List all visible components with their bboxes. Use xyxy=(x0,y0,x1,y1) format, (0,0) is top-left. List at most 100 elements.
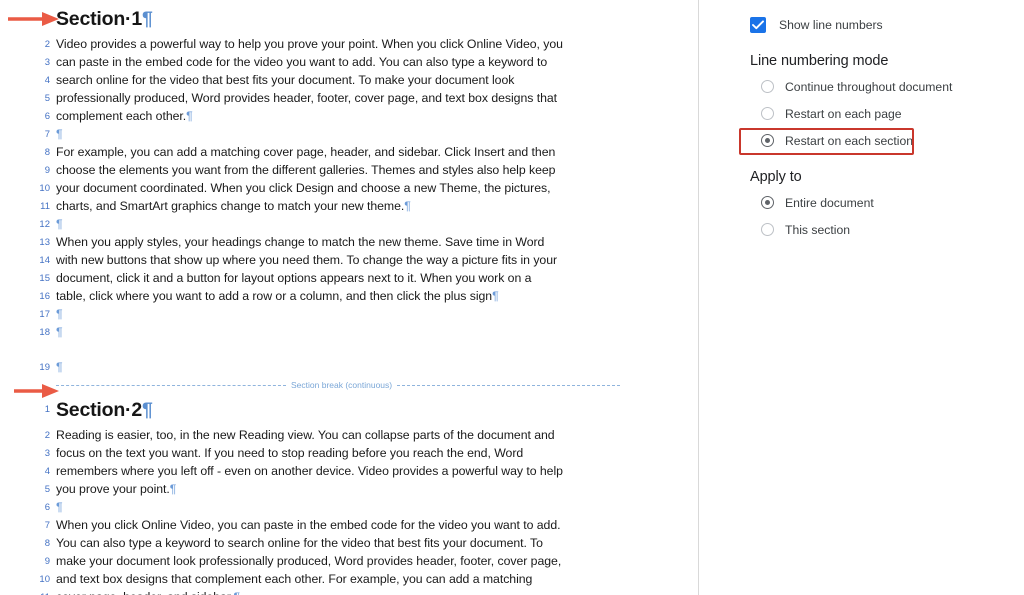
radio-unchecked-icon[interactable] xyxy=(761,107,774,120)
document-line-text: ¶ xyxy=(56,324,63,341)
document-line[interactable]: 1 Section·1¶ xyxy=(0,6,698,36)
document-line[interactable]: 18 ¶ xyxy=(0,324,698,342)
line-number: 3 xyxy=(44,448,50,459)
radio-restart-on-each-page[interactable]: Restart on each page xyxy=(750,100,1020,127)
line-number: 14 xyxy=(39,255,50,266)
checkbox-checked-icon[interactable] xyxy=(750,17,766,33)
line-number: 7 xyxy=(44,520,50,531)
document-section-2: 1 Section·2¶ 2 Reading is easier, too, in t… xyxy=(0,397,698,595)
document-line-text: remembers where you left off - even on a… xyxy=(56,464,563,478)
radio-unchecked-icon[interactable] xyxy=(761,223,774,236)
line-number: 11 xyxy=(0,589,56,595)
document-line-text: ¶ xyxy=(56,359,63,376)
document-line[interactable]: 10 your document coordinated. When you cl… xyxy=(0,180,698,198)
document-line[interactable]: 19 ¶ xyxy=(0,359,698,377)
pilcrow-icon: ¶ xyxy=(56,360,63,374)
pilcrow-icon: ¶ xyxy=(56,325,63,339)
document-line[interactable]: 9 make your document look professionally … xyxy=(0,553,698,571)
document-line[interactable]: 7 When you click Online Video, you can pa… xyxy=(0,517,698,535)
document-line[interactable]: 8 For example, you can add a matching cov… xyxy=(0,144,698,162)
radio-this-section[interactable]: This section xyxy=(750,216,1020,243)
document-line-text: When you apply styles, your headings cha… xyxy=(56,235,545,249)
document-line-text: ¶ xyxy=(56,216,63,233)
document-line-text: complement each other.¶ xyxy=(56,109,193,123)
radio-restart-on-each-section[interactable]: Restart on each section xyxy=(750,127,1020,154)
line-number: 10 xyxy=(39,183,50,194)
document-line-text: professionally produced, Word provides h… xyxy=(56,91,558,105)
line-number: 4 xyxy=(44,466,50,477)
radio-unchecked-icon[interactable] xyxy=(761,80,774,93)
line-number: 19 xyxy=(39,362,50,373)
document-line-text: For example, you can add a matching cove… xyxy=(56,145,556,159)
line-number: 18 xyxy=(39,327,50,338)
document-section-1: 1 Section·1¶ 2 Video provides a powerful wa… xyxy=(0,0,698,377)
document-line[interactable]: 2 Video provides a powerful way to help y… xyxy=(0,36,698,54)
section-break-label: Section break (continuous) xyxy=(291,380,393,390)
document-line[interactable]: 12 ¶ xyxy=(0,216,698,234)
document-line-text: cover page, header, and sidebar.¶ xyxy=(56,589,240,595)
pilcrow-icon: ¶ xyxy=(56,217,63,231)
pilcrow-icon: ¶ xyxy=(141,399,153,421)
document-line[interactable]: 6 ¶ xyxy=(0,499,698,517)
document-content[interactable]: 1 Section·1¶ 2 Video provides a powerful wa… xyxy=(0,0,698,595)
document-line[interactable]: 2 Reading is easier, too, in the new Read… xyxy=(0,427,698,445)
document-line[interactable]: 3 focus on the text you want. If you need… xyxy=(0,445,698,463)
document-line[interactable]: 15 document, click it and a button for la… xyxy=(0,270,698,288)
document-line-text: make your document look professionally p… xyxy=(56,554,562,568)
pilcrow-icon: ¶ xyxy=(492,289,499,303)
radio-continue-throughout-document[interactable]: Continue throughout document xyxy=(750,73,1020,100)
line-number: 3 xyxy=(44,57,50,68)
line-number: 12 xyxy=(39,219,50,230)
section-heading-text: Section·1¶ xyxy=(56,8,153,30)
apply-to-title: Apply to xyxy=(750,169,802,185)
section-break: Section break (continuous) xyxy=(0,377,698,393)
line-number: 13 xyxy=(39,237,50,248)
pilcrow-icon: ¶ xyxy=(169,482,177,496)
radio-checked-icon[interactable] xyxy=(761,134,774,147)
pilcrow-icon: ¶ xyxy=(56,127,63,141)
line-number: 8 xyxy=(44,147,50,158)
document-line[interactable]: 13 When you apply styles, your headings c… xyxy=(0,234,698,252)
document-line-text: ¶ xyxy=(56,306,63,323)
pilcrow-icon: ¶ xyxy=(404,199,411,213)
pilcrow-icon: ¶ xyxy=(186,109,193,123)
document-line[interactable]: 9 choose the elements you want from the d… xyxy=(0,162,698,180)
document-line[interactable]: 6 complement each other.¶ xyxy=(0,108,698,126)
pilcrow-icon: ¶ xyxy=(234,590,241,595)
line-number: 16 xyxy=(39,291,50,302)
document-line[interactable]: 16 table, click where you want to add a r… xyxy=(0,288,698,306)
document-line[interactable]: 1 Section·2¶ xyxy=(0,397,698,427)
document-line-text: document, click it and a button for layo… xyxy=(56,271,532,285)
pilcrow-icon: ¶ xyxy=(56,307,63,321)
document-line[interactable]: 10 and text box designs that complement e… xyxy=(0,571,698,589)
line-number: 8 xyxy=(44,538,50,549)
document-line[interactable]: 4 remembers where you left off - even on … xyxy=(0,463,698,481)
radio-checked-icon[interactable] xyxy=(761,196,774,209)
document-line[interactable]: 5 you prove your point.¶ xyxy=(0,481,698,499)
document-line[interactable]: 3 can paste in the embed code for the vid… xyxy=(0,54,698,72)
document-line[interactable]: 11cover page, header, and sidebar.¶ xyxy=(0,589,698,595)
document-line[interactable]: 14 with new buttons that show up where yo… xyxy=(0,252,698,270)
line-numbers-settings-panel: Show line numbers Line numbering mode Co… xyxy=(699,0,1024,595)
radio-label: This section xyxy=(785,222,851,237)
line-number: 6 xyxy=(44,111,50,122)
document-line[interactable]: 5 professionally produced, Word provides … xyxy=(0,90,698,108)
document-line[interactable]: 7 ¶ xyxy=(0,126,698,144)
document-pane[interactable]: 1 Section·1¶ 2 Video provides a powerful wa… xyxy=(0,0,698,595)
document-line-text: your document coordinated. When you clic… xyxy=(56,181,551,195)
document-line[interactable]: 4 search online for the video that best f… xyxy=(0,72,698,90)
line-number: 15 xyxy=(39,273,50,284)
document-line[interactable]: 8 You can also type a keyword to search o… xyxy=(0,535,698,553)
line-number: 11 xyxy=(40,201,50,212)
document-line-text: with new buttons that show up where you … xyxy=(56,253,558,267)
line-number: 1 xyxy=(44,13,50,24)
pilcrow-icon: ¶ xyxy=(56,500,63,514)
document-line[interactable]: 11 charts, and SmartArt graphics change t… xyxy=(0,198,698,216)
radio-entire-document[interactable]: Entire document xyxy=(750,189,1020,216)
document-line-text: focus on the text you want. If you need … xyxy=(56,446,524,460)
document-line[interactable]: 17 ¶ xyxy=(0,306,698,324)
document-line-text: When you click Online Video, you can pas… xyxy=(56,518,561,532)
section-break-dash-left xyxy=(56,384,286,386)
show-line-numbers-row[interactable]: Show line numbers xyxy=(750,17,1020,33)
document-line-text: charts, and SmartArt graphics change to … xyxy=(56,199,411,213)
